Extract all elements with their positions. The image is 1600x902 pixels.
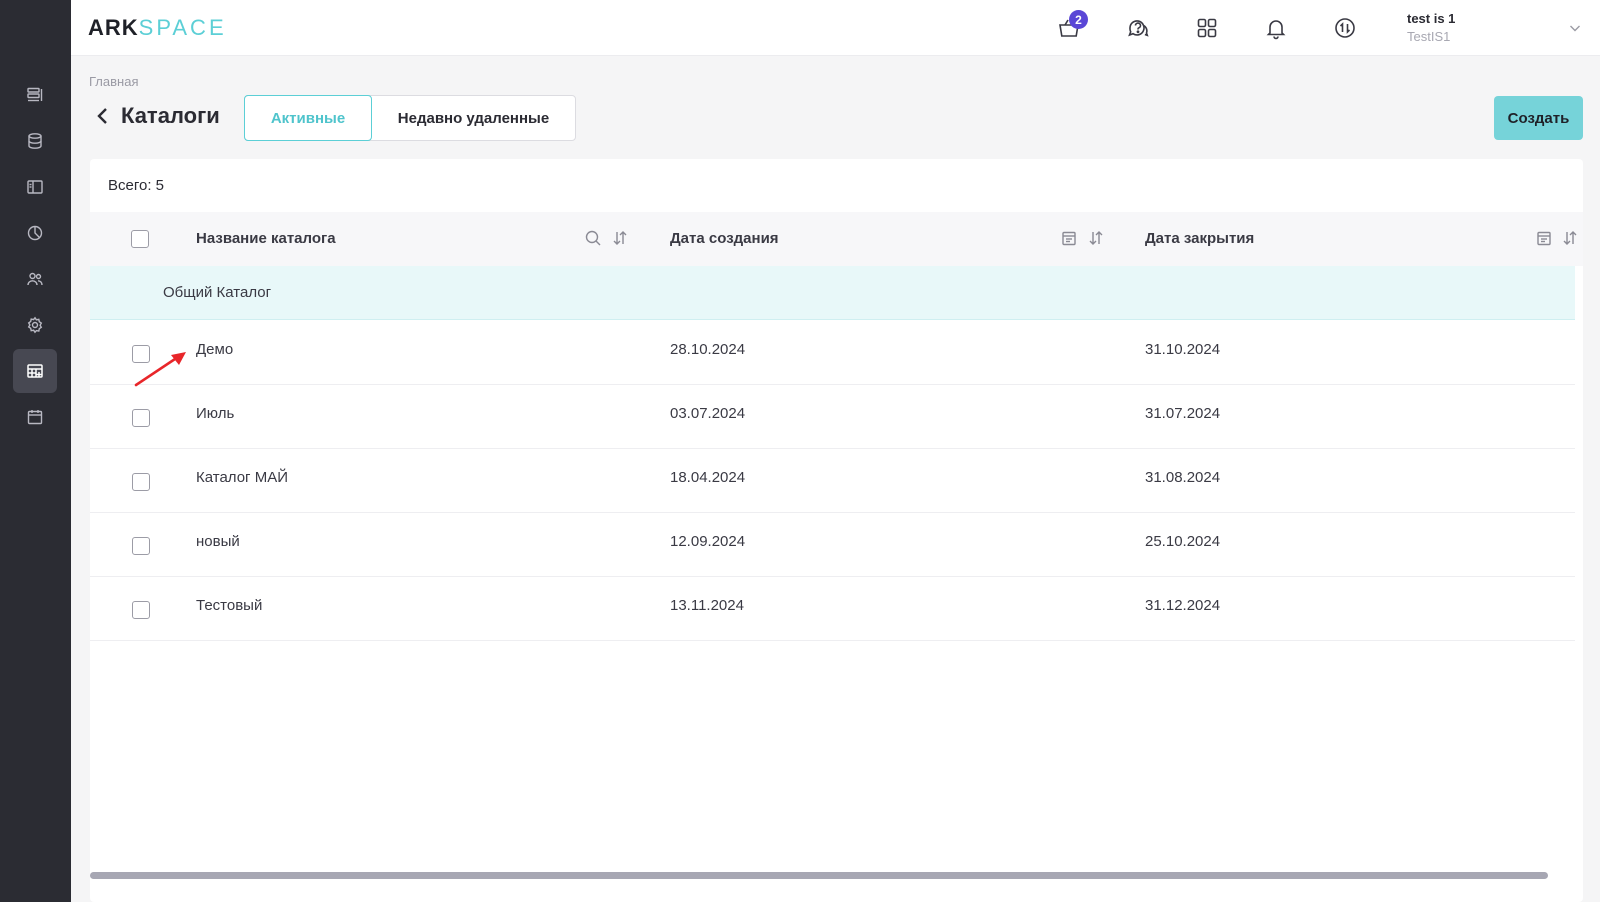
created-date: 03.07.2024 [670,405,746,422]
layers-icon [27,87,43,102]
group-row[interactable]: Общий Каталог [90,266,1575,320]
column-header-name[interactable]: Название каталога [196,230,336,247]
user-organization: TestIS1 [1407,29,1451,44]
tab-active[interactable]: Активные [244,95,372,141]
catalog-name[interactable]: новый [196,533,240,550]
pie-chart-icon [27,225,43,241]
catalog-tabs: Активные Недавно удаленные [244,95,576,141]
row-checkbox[interactable] [132,473,150,491]
group-label: Общий Каталог [163,284,272,301]
created-date: 13.11.2024 [670,597,744,614]
sidebar-item-users[interactable] [13,257,57,301]
select-all-checkbox[interactable] [131,230,149,248]
tab-recently-deleted[interactable]: Недавно удаленные [372,96,575,140]
chevron-down-icon[interactable] [1567,20,1583,36]
closed-date: 31.08.2024 [1145,469,1221,486]
created-date: 28.10.2024 [670,341,746,358]
column-header-closed[interactable]: Дата закрытия [1145,230,1254,247]
database-icon [28,133,42,149]
table-header: Название каталога Дата создания Дата зак… [90,212,1583,266]
row-checkbox[interactable] [132,537,150,555]
chat-question-icon [1128,20,1149,37]
logo-part-1: ARK [88,15,139,40]
catalog-name[interactable]: Демо [196,341,233,358]
grid-icon [1197,18,1217,38]
sidebar-item-settings[interactable] [13,303,57,347]
row-checkbox[interactable] [132,345,150,363]
column-header-created[interactable]: Дата создания [670,230,779,247]
closed-date: 31.10.2024 [1145,341,1221,358]
sidebar-item-analytics[interactable] [13,211,57,255]
gear-icon [27,316,43,334]
total-count: Всего: 5 [108,177,165,194]
sidebar [0,0,71,902]
cart-badge: 2 [1069,10,1088,29]
calendar-filter-icon[interactable] [1535,229,1553,247]
sidebar-item-database[interactable] [13,119,57,163]
breadcrumb-home[interactable]: Главная [89,74,138,89]
page-title: Каталоги [121,103,220,128]
closed-date: 31.12.2024 [1145,597,1221,614]
catalog-table-card: Всего: 5 Название каталога Дата создания… [90,159,1583,902]
table-row[interactable]: Июль 03.07.2024 31.07.2024 [90,385,1575,449]
bell-icon [1266,20,1286,40]
row-checkbox[interactable] [132,601,150,619]
catalog-name[interactable]: Каталог МАЙ [196,469,288,486]
back-arrow-icon[interactable] [93,105,113,127]
sidebar-item-layers[interactable] [13,73,57,117]
calendar-icon [27,410,43,425]
sort-icon[interactable] [1561,229,1579,247]
sync-icon [1335,18,1355,38]
catalog-name[interactable]: Тестовый [196,597,262,614]
horizontal-scrollbar[interactable] [90,872,1548,879]
create-button[interactable]: Создать [1494,96,1583,140]
sidebar-item-calendar[interactable] [13,395,57,439]
user-menu[interactable]: test is 1 TestIS1 [1407,11,1455,44]
row-checkbox[interactable] [132,409,150,427]
logo-part-2: SPACE [138,15,227,40]
table-row[interactable]: Тестовый 13.11.2024 31.12.2024 [90,577,1575,641]
search-icon[interactable] [584,229,602,247]
notifications-button[interactable] [1261,13,1291,43]
sidebar-item-panel[interactable] [13,165,57,209]
created-date: 18.04.2024 [670,469,746,486]
cart-button[interactable]: 2 [1054,10,1088,43]
catalog-name[interactable]: Июль [196,405,234,422]
sidebar-item-catalogs[interactable] [13,349,57,393]
closed-date: 25.10.2024 [1145,533,1221,550]
sort-icon[interactable] [1087,229,1105,247]
table-row[interactable]: Каталог МАЙ 18.04.2024 31.08.2024 [90,449,1575,513]
top-bar: ARKSPACE 2 test is 1 TestIS1 [71,0,1600,56]
panel-icon [27,180,43,194]
sort-icon[interactable] [611,229,629,247]
calendar-filter-icon[interactable] [1060,229,1078,247]
app-logo[interactable]: ARKSPACE [88,15,227,41]
users-icon [27,272,43,286]
user-name: test is 1 [1407,11,1456,26]
sync-button[interactable] [1330,13,1360,43]
table-row[interactable]: Демо 28.10.2024 31.10.2024 [90,321,1575,385]
closed-date: 31.07.2024 [1145,405,1221,422]
apps-button[interactable] [1192,13,1222,43]
catalog-icon [27,364,43,378]
support-button[interactable] [1123,13,1153,43]
created-date: 12.09.2024 [670,533,746,550]
table-row[interactable]: новый 12.09.2024 25.10.2024 [90,513,1575,577]
